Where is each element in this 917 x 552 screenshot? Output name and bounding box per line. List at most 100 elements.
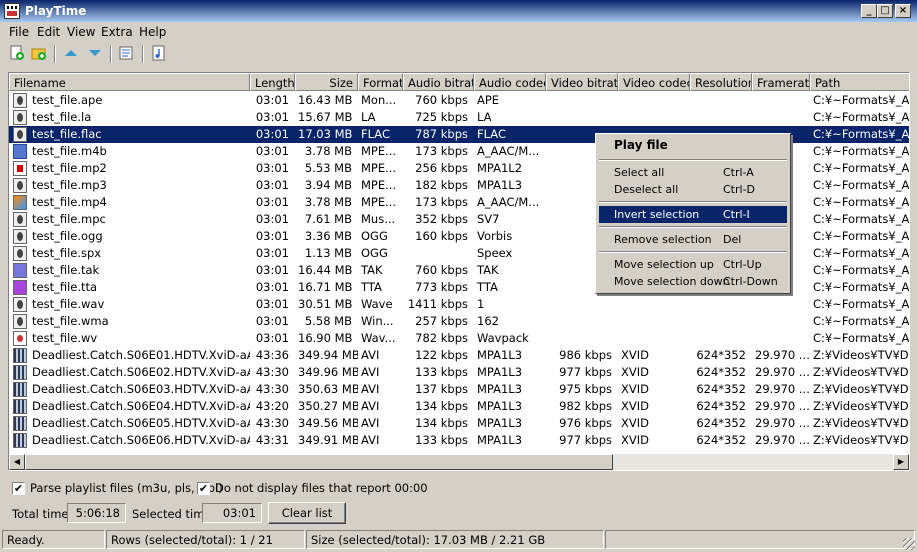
close-button[interactable]: × <box>895 4 911 18</box>
ctx-remove-selection[interactable]: Remove selection Del <box>599 231 787 248</box>
cell-audio-codec: A_AAC/M... <box>477 144 540 158</box>
ctx-move-down[interactable]: Move selection down Ctrl-Down <box>599 273 787 290</box>
cell-size: 15.67 MB <box>298 110 353 124</box>
menu-item-label: Move selection up <box>614 258 714 271</box>
cell-video-bitrate <box>546 296 618 313</box>
col-length[interactable]: Length <box>250 73 295 91</box>
horizontal-scrollbar[interactable]: ◀ ▶ <box>9 454 909 470</box>
table-row[interactable]: test_file.wma 03:01 5.58 MB Win... 257 kbps 1… <box>9 313 909 330</box>
table-row[interactable]: test_file.wv 03:01 16.90 MB Wav... 782 kbps W… <box>9 330 909 347</box>
table-row[interactable]: test_file.wav 03:01 30.51 MB Wave 1411 kbps 1… <box>9 296 909 313</box>
status-extra <box>605 530 915 549</box>
scroll-left-button[interactable]: ◀ <box>9 454 25 470</box>
col-audio-codec[interactable]: Audio codec <box>474 73 546 91</box>
ctx-deselect-all[interactable]: Deselect all Ctrl-D <box>599 181 787 198</box>
cell-size: 349.91 MB <box>298 433 358 447</box>
playlist-icon[interactable] <box>118 44 136 62</box>
clear-list-button[interactable]: Clear list <box>268 502 346 524</box>
cell-path: C:¥~Formats¥_ALL¥ <box>813 246 910 260</box>
cell-resolution: 624*352 <box>696 416 746 430</box>
cell-audio-codec: MPA1L3 <box>477 399 523 413</box>
cell-format: FLAC <box>361 127 390 141</box>
filename-text: test_file.ogg <box>32 229 103 243</box>
cell-audio-bitrate: 173 kbps <box>415 144 468 158</box>
table-row[interactable]: test_file.la 03:01 15.67 MB LA 725 kbps LA C:¥… <box>9 109 909 126</box>
cell-length: 03:01 <box>255 246 289 260</box>
minimize-button[interactable]: _ <box>861 4 877 18</box>
hide-zero-checkbox[interactable]: ✔ <box>197 482 210 495</box>
table-row[interactable]: Deadliest.Catch.S06E02.HDTV.XviD-aAF.avi… <box>9 364 909 381</box>
menu-separator <box>599 251 787 253</box>
col-size[interactable]: Size <box>295 73 358 91</box>
cell-size: 7.61 MB <box>304 212 352 226</box>
add-folder-icon[interactable] <box>30 44 48 62</box>
cell-audio-bitrate: 160 kbps <box>415 229 468 243</box>
table-row[interactable]: Deadliest.Catch.S06E06.HDTV.XviD-aAF.avi… <box>9 432 909 449</box>
col-resolution[interactable]: Resolution <box>690 73 752 91</box>
parse-playlist-checkbox[interactable]: ✔ <box>12 482 25 495</box>
menu-item-label: Invert selection <box>614 208 700 221</box>
menu-help[interactable]: Help <box>139 25 166 39</box>
cell-audio-bitrate: 173 kbps <box>415 195 468 209</box>
table-row[interactable]: test_file.ape 03:01 16.43 MB Mon... 760 kbps… <box>9 92 909 109</box>
scroll-right-button[interactable]: ▶ <box>893 454 909 470</box>
toolbar <box>0 41 917 67</box>
col-filename[interactable]: Filename <box>9 73 250 91</box>
table-row[interactable]: Deadliest.Catch.S06E01.HDTV.XviD-aAF.avi… <box>9 347 909 364</box>
menu-item-label: Move selection down <box>614 275 730 288</box>
menu-edit[interactable]: Edit <box>37 25 60 39</box>
filename-text: test_file.wma <box>32 314 109 328</box>
cell-format: AVI <box>361 433 380 447</box>
music-note-icon[interactable] <box>150 44 168 62</box>
cell-size: 350.27 MB <box>298 399 358 413</box>
cell-audio-bitrate: 773 kbps <box>415 280 468 294</box>
col-video-bitrate[interactable]: Video bitrate <box>546 73 618 91</box>
move-down-icon[interactable] <box>86 44 104 62</box>
cell-video-bitrate: 976 kbps <box>559 416 612 430</box>
window-title: PlayTime <box>25 4 87 18</box>
col-path[interactable]: Path <box>810 73 909 91</box>
ctx-move-up[interactable]: Move selection up Ctrl-Up <box>599 256 787 273</box>
cell-path: C:¥~Formats¥_ALL¥ <box>813 212 910 226</box>
table-row[interactable]: Deadliest.Catch.S06E04.HDTV.XviD-aAF.avi… <box>9 398 909 415</box>
menu-file[interactable]: File <box>9 25 29 39</box>
maximize-button[interactable]: □ <box>877 4 893 18</box>
col-framerate[interactable]: Framerate <box>752 73 810 91</box>
file-type-icon <box>13 314 27 329</box>
cell-video-codec: XVID <box>621 348 649 362</box>
col-video-codec[interactable]: Video codec <box>618 73 690 91</box>
col-format[interactable]: Format <box>358 73 403 91</box>
cell-video-bitrate: 975 kbps <box>559 382 612 396</box>
move-up-icon[interactable] <box>62 44 80 62</box>
cell-filename: Deadliest.Catch.S06E01.HDTV.XviD-aAF.avi <box>9 347 250 364</box>
cell-audio-bitrate: 1411 kbps <box>407 297 468 311</box>
col-audio-bitrate[interactable]: Audio bitrate <box>403 73 474 91</box>
title-bar[interactable]: PlayTime _ □ × <box>0 0 917 22</box>
cell-filename: test_file.mp2 <box>9 160 250 177</box>
ctx-select-all[interactable]: Select all Ctrl-A <box>599 164 787 181</box>
menu-item-shortcut: Del <box>723 233 742 246</box>
menu-extra[interactable]: Extra <box>101 25 133 39</box>
cell-filename: test_file.mp4 <box>9 194 250 211</box>
ctx-play-file[interactable]: Play file <box>599 137 787 154</box>
table-row[interactable]: Deadliest.Catch.S06E05.HDTV.XviD-aAF.avi… <box>9 415 909 432</box>
ctx-invert-selection[interactable]: Invert selection Ctrl-I <box>599 206 787 223</box>
cell-video-codec <box>618 109 690 126</box>
cell-path: C:¥~Formats¥_ALL¥ <box>813 263 910 277</box>
cell-length: 03:01 <box>255 263 289 277</box>
cell-framerate: 29.970 ... <box>755 365 810 379</box>
cell-filename: test_file.mp3 <box>9 177 250 194</box>
scroll-thumb[interactable] <box>25 454 613 470</box>
file-type-icon <box>13 297 27 312</box>
cell-video-codec <box>618 330 690 347</box>
cell-audio-bitrate: 133 kbps <box>415 365 468 379</box>
table-row[interactable]: Deadliest.Catch.S06E03.HDTV.XviD-aAF.avi… <box>9 381 909 398</box>
cell-format: Mon... <box>361 93 397 107</box>
add-file-icon[interactable] <box>8 44 26 62</box>
cell-audio-bitrate: 256 kbps <box>415 161 468 175</box>
filename-text: test_file.tak <box>32 263 100 277</box>
resize-grip-icon[interactable] <box>903 538 915 550</box>
file-type-icon <box>13 280 27 295</box>
menu-view[interactable]: View <box>67 25 95 39</box>
cell-length: 03:01 <box>255 144 289 158</box>
